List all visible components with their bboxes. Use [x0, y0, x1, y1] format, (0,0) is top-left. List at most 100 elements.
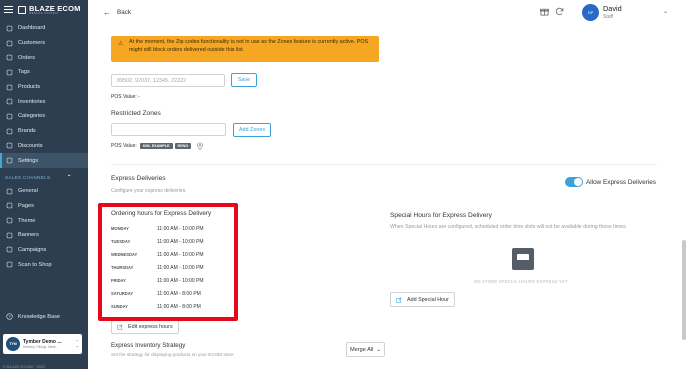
sidebar-item-general[interactable]: General [0, 184, 88, 199]
sidebar-item-dashboard[interactable]: Dashboard [0, 21, 88, 36]
sidebar-item-label: Products [18, 84, 41, 91]
sidebar-item-campaigns[interactable]: Campaigns [0, 243, 88, 258]
sidebar-item-orders[interactable]: Orders [0, 50, 88, 65]
sidebar-item-label: Brands [18, 128, 36, 135]
sales-channels-header[interactable]: SALES CHANNELS ⌃ [0, 171, 88, 184]
sidebar: BLAZE ECOM WEBSITE CONTENT Dashboard Cust… [0, 0, 88, 369]
sidebar-item-label: Customers [18, 40, 46, 47]
edit-express-hours-button[interactable]: Edit express hours [111, 320, 179, 334]
sidebar-item-settings[interactable]: Settings [0, 153, 88, 168]
sidebar-item-scan-to-shop[interactable]: Scan to Shop [0, 257, 88, 272]
special-hours-desc: When Special Hours are configured, sched… [390, 224, 628, 230]
knowledge-base-link[interactable]: ? Knowledge Base [6, 313, 60, 320]
sidebar-item-label: Settings [18, 157, 39, 164]
sidebar-item-customers[interactable]: Customers [0, 36, 88, 51]
warning-text: At the moment, the Zip codes functionali… [129, 39, 369, 53]
sidebar-item-discounts[interactable]: Discounts [0, 139, 88, 154]
sidebar-item-tags[interactable]: Tags [0, 65, 88, 80]
add-special-hour-label: Add Special Hour [407, 296, 449, 303]
store-switcher[interactable]: TYM Tymber Demo ... Delivery, Pickup, Me… [3, 334, 82, 354]
sales-channels-label: SALES CHANNELS [5, 174, 51, 180]
svg-text:?: ? [8, 314, 11, 319]
zone-pill: KML EXAMPLE [139, 142, 173, 149]
chevron-up-icon[interactable]: ⌃ [67, 174, 72, 181]
sidebar-item-label: General [18, 188, 38, 195]
sliders-icon [6, 188, 13, 194]
sidebar-item-label: Orders [18, 54, 36, 61]
zones-warning-banner: ⚠ At the moment, the Zip codes functiona… [111, 36, 379, 62]
page-icon [6, 203, 13, 209]
menu-icon[interactable] [4, 6, 13, 13]
inventory-strategy-title: Express Inventory Strategy [111, 342, 186, 349]
brush-icon [6, 217, 13, 224]
section-divider [111, 164, 657, 165]
chevron-updown-icon: ⌃ ⌄ [75, 339, 79, 348]
restricted-zones-input[interactable] [111, 123, 226, 136]
express-toggle[interactable] [565, 177, 583, 187]
chevron-down-icon[interactable]: ⌄ [663, 8, 668, 15]
qr-icon [6, 261, 13, 268]
banner-icon [6, 232, 13, 239]
gauge-icon [6, 25, 13, 32]
brand: BLAZE ECOM WEBSITE CONTENT [0, 0, 88, 19]
restricted-zones-title: Restricted Zones [111, 110, 161, 117]
sidebar-item-label: Campaigns [18, 246, 47, 253]
sidebar-item-label: Discounts [18, 142, 43, 149]
empty-tray-icon [512, 248, 534, 270]
edit-hours-label: Edit express hours [128, 324, 173, 330]
sidebar-item-brands[interactable]: Brands [0, 124, 88, 139]
user-role: Staff [603, 14, 614, 20]
sidebar-item-theme[interactable]: Theme [0, 213, 88, 228]
user-name[interactable]: David [603, 4, 622, 13]
special-hours-title: Special Hours for Express Delivery [390, 212, 492, 219]
knowledge-base-label: Knowledge Base [18, 313, 60, 320]
warning-icon: ⚠ [118, 41, 124, 47]
user-avatar[interactable]: DP [582, 4, 599, 21]
app-root: BLAZE ECOM WEBSITE CONTENT Dashboard Cust… [0, 0, 688, 369]
add-zones-button[interactable]: Add Zones [233, 123, 271, 137]
location-pin-icon[interactable] [196, 142, 204, 150]
pos-value-prefix: POS Value: [111, 143, 137, 149]
top-header: ← Back DP David Staff ⌄ [88, 0, 688, 25]
zip-codes-input[interactable]: 89502, 92037, 12345, 22222 [111, 74, 225, 87]
add-special-hour-button[interactable]: Add Special Hour [390, 292, 455, 307]
sidebar-item-label: Scan to Shop [18, 261, 52, 268]
clipboard-icon [6, 99, 13, 105]
highlight-box [98, 203, 238, 321]
sidebar-item-label: Dashboard [18, 25, 46, 32]
logo-icon [18, 5, 26, 14]
users-icon [6, 40, 13, 46]
arrow-left-icon: ← [103, 8, 111, 17]
megaphone-icon [6, 247, 13, 253]
back-button[interactable]: ← Back [103, 8, 131, 17]
zone-pills: KML EXAMPLE RENO [139, 142, 193, 149]
cart-icon [6, 54, 13, 61]
sidebar-item-label: Categories [18, 113, 46, 120]
sidebar-item-label: Inventories [18, 98, 46, 105]
zone-pill: RENO [174, 142, 192, 149]
tag-icon [6, 69, 13, 76]
sidebar-item-label: Banners [18, 232, 39, 239]
sidebar-item-banners[interactable]: Banners [0, 228, 88, 243]
chevron-down-icon: ⌄ [376, 346, 382, 353]
store-sub: Delivery, Pickup, Medi... [23, 345, 59, 349]
help-icon: ? [6, 313, 13, 320]
sidebar-item-inventories[interactable]: Inventories [0, 94, 88, 109]
gear-icon [6, 157, 13, 164]
main-nav: Dashboard Customers Orders Tags Products Inve… [0, 21, 88, 168]
gift-icon[interactable] [540, 7, 549, 16]
sidebar-item-categories[interactable]: Categories [0, 109, 88, 124]
store-avatar: TYM [6, 337, 20, 351]
restricted-pos-value: POS Value: KML EXAMPLE RENO [111, 142, 204, 150]
inventory-strategy-value: Merge All [350, 346, 374, 353]
sidebar-item-products[interactable]: Products [0, 80, 88, 95]
percent-icon [6, 143, 13, 149]
box-icon [6, 84, 13, 90]
sidebar-item-pages[interactable]: Pages [0, 199, 88, 214]
inventory-strategy-select[interactable]: Merge All ⌄ [346, 342, 385, 357]
save-button[interactable]: Save [231, 73, 257, 87]
back-label: Back [117, 9, 131, 16]
refresh-icon[interactable] [555, 7, 564, 16]
scrollbar[interactable] [682, 240, 686, 340]
express-toggle-label: Allow Express Deliveries [586, 179, 656, 186]
